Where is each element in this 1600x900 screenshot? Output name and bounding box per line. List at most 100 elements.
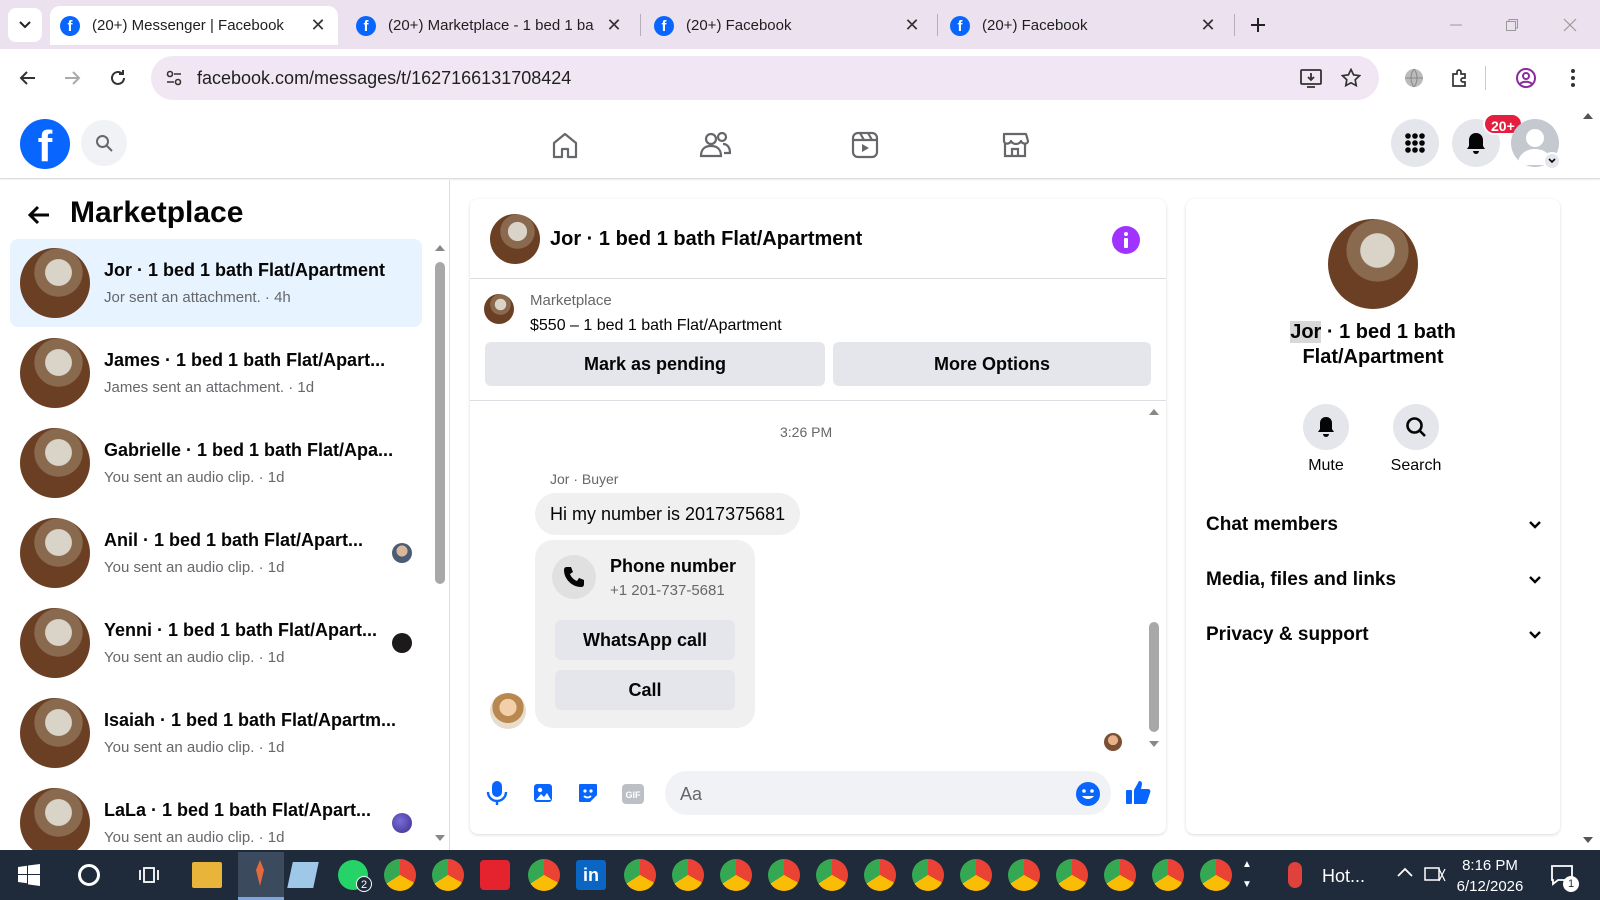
message-bubble[interactable]: Hi my number is 2017375681: [535, 493, 801, 535]
conversation-item[interactable]: Yenni · 1 bed 1 bath Flat/Apart... You se…: [10, 599, 422, 687]
nav-friends[interactable]: [695, 125, 735, 165]
chrome-icon[interactable]: [864, 859, 896, 891]
close-icon[interactable]: ✕: [604, 15, 624, 36]
sticker-button[interactable]: [576, 781, 600, 805]
tray-expand[interactable]: [1396, 866, 1414, 878]
chrome-icon[interactable]: [816, 859, 848, 891]
restore-button[interactable]: [1494, 7, 1530, 43]
chrome-icon[interactable]: [720, 859, 752, 891]
close-icon[interactable]: ✕: [308, 15, 328, 36]
listing-thumbnail[interactable]: [484, 294, 514, 324]
tab-facebook-2[interactable]: f (20+) Facebook ✕: [940, 6, 1228, 45]
extension-globe-button[interactable]: [1396, 60, 1432, 96]
start-button[interactable]: [18, 864, 40, 886]
url-text[interactable]: facebook.com/messages/t/1627166131708424: [197, 68, 571, 89]
media-files-links-section[interactable]: Media, files and links: [1206, 569, 1542, 591]
tab-facebook[interactable]: f (20+) Facebook ✕: [644, 6, 932, 45]
chrome-icon[interactable]: [672, 859, 704, 891]
reload-button[interactable]: [100, 60, 136, 96]
chrome-icon[interactable]: [1008, 859, 1040, 891]
conversation-item[interactable]: Isaiah · 1 bed 1 bath Flat/Apartm... You …: [10, 689, 422, 777]
nav-home[interactable]: [545, 125, 585, 165]
browser-menu-button[interactable]: [1555, 60, 1591, 96]
profile-button[interactable]: [1508, 60, 1544, 96]
sidebar-scrollbar[interactable]: [435, 262, 445, 584]
active-app-indicator[interactable]: [238, 852, 284, 900]
mark-as-pending-button[interactable]: Mark as pending: [485, 342, 825, 386]
chrome-icon[interactable]: [624, 859, 656, 891]
chat-scroll-down[interactable]: [1148, 740, 1160, 748]
conversation-item[interactable]: Anil · 1 bed 1 bath Flat/Apart... You sen…: [10, 509, 422, 597]
page-scroll-up[interactable]: [1582, 112, 1596, 122]
account-dropdown[interactable]: [1543, 152, 1561, 170]
chrome-icon[interactable]: [1152, 859, 1184, 891]
search-taskbar-icon[interactable]: [78, 864, 100, 886]
attach-media-button[interactable]: [531, 781, 555, 805]
linkedin-icon[interactable]: in: [576, 860, 606, 890]
close-icon[interactable]: ✕: [1198, 15, 1218, 36]
page-scroll-down[interactable]: [1582, 836, 1594, 844]
privacy-support-section[interactable]: Privacy & support: [1206, 624, 1542, 646]
sidebar-scroll-down[interactable]: [434, 834, 446, 842]
message-input[interactable]: [665, 771, 1111, 815]
search-in-conversation-button[interactable]: [1393, 404, 1439, 450]
more-options-button[interactable]: More Options: [833, 342, 1151, 386]
back-button[interactable]: [10, 60, 46, 96]
close-icon[interactable]: ✕: [902, 15, 922, 36]
sidebar-scroll-up[interactable]: [434, 244, 446, 252]
chrome-icon[interactable]: [1200, 859, 1232, 891]
facebook-logo[interactable]: f: [20, 119, 70, 169]
chrome-icon[interactable]: [1104, 859, 1136, 891]
conversation-item[interactable]: James · 1 bed 1 bath Flat/Apart... James …: [10, 329, 422, 417]
sender-avatar[interactable]: [490, 693, 526, 729]
chrome-icon[interactable]: [768, 859, 800, 891]
forward-button[interactable]: [54, 60, 90, 96]
chrome-icon[interactable]: [528, 859, 560, 891]
chat-thumbnail[interactable]: [490, 214, 540, 264]
chrome-icon[interactable]: [384, 859, 416, 891]
extensions-button[interactable]: [1442, 60, 1478, 96]
conversation-info-button[interactable]: [1112, 226, 1140, 254]
clock[interactable]: 8:16 PM 6/12/2026: [1452, 855, 1528, 897]
conversation-item[interactable]: Jor · 1 bed 1 bath Flat/Apartment Jor sen…: [10, 239, 422, 327]
message-input-placeholder[interactable]: Aa: [680, 784, 702, 805]
wps-icon[interactable]: [480, 860, 510, 890]
mute-button[interactable]: [1303, 404, 1349, 450]
chat-members-section[interactable]: Chat members: [1206, 514, 1542, 536]
minimize-button[interactable]: [1438, 7, 1474, 43]
bookmark-button[interactable]: [1333, 60, 1369, 96]
site-info-button[interactable]: [156, 60, 192, 96]
notepad-icon[interactable]: [287, 862, 319, 888]
tab-marketplace[interactable]: f (20+) Marketplace - 1 bed 1 ba ✕: [346, 6, 634, 45]
chrome-icon[interactable]: [432, 859, 464, 891]
nav-marketplace[interactable]: [995, 125, 1035, 165]
tab-search-dropdown[interactable]: [8, 8, 42, 42]
network-tray-icon[interactable]: [1424, 866, 1446, 884]
search-button[interactable]: [81, 120, 127, 166]
menu-button[interactable]: [1391, 119, 1439, 167]
install-app-button[interactable]: [1293, 60, 1329, 96]
weather-text[interactable]: Hot...: [1322, 866, 1365, 887]
whatsapp-call-button[interactable]: WhatsApp call: [555, 620, 735, 660]
conversation-item[interactable]: Gabrielle · 1 bed 1 bath Flat/Apa... You …: [10, 419, 422, 507]
call-button[interactable]: Call: [555, 670, 735, 710]
chrome-icon[interactable]: [1056, 859, 1088, 891]
task-view-button[interactable]: [138, 864, 160, 886]
gif-button[interactable]: GIF: [621, 783, 645, 805]
file-explorer-icon[interactable]: [192, 862, 222, 888]
emoji-button[interactable]: [1075, 781, 1101, 807]
tab-messenger[interactable]: f (20+) Messenger | Facebook ✕: [50, 6, 338, 45]
new-tab-button[interactable]: [1240, 7, 1276, 43]
taskbar-overflow-arrows[interactable]: ▲ ▼: [1242, 855, 1252, 895]
chrome-icon[interactable]: [912, 859, 944, 891]
back-button[interactable]: [22, 198, 56, 232]
nav-video[interactable]: [845, 125, 885, 165]
chrome-icon[interactable]: [960, 859, 992, 891]
chat-scroll-up[interactable]: [1148, 408, 1160, 416]
listing-price-title[interactable]: $550 – 1 bed 1 bath Flat/Apartment: [530, 317, 782, 335]
voice-clip-button[interactable]: [486, 780, 510, 808]
chat-scrollbar[interactable]: [1149, 622, 1159, 732]
close-window-button[interactable]: [1552, 7, 1588, 43]
details-thumbnail[interactable]: [1328, 219, 1418, 309]
chat-title[interactable]: Jor · 1 bed 1 bath Flat/Apartment: [550, 228, 862, 251]
